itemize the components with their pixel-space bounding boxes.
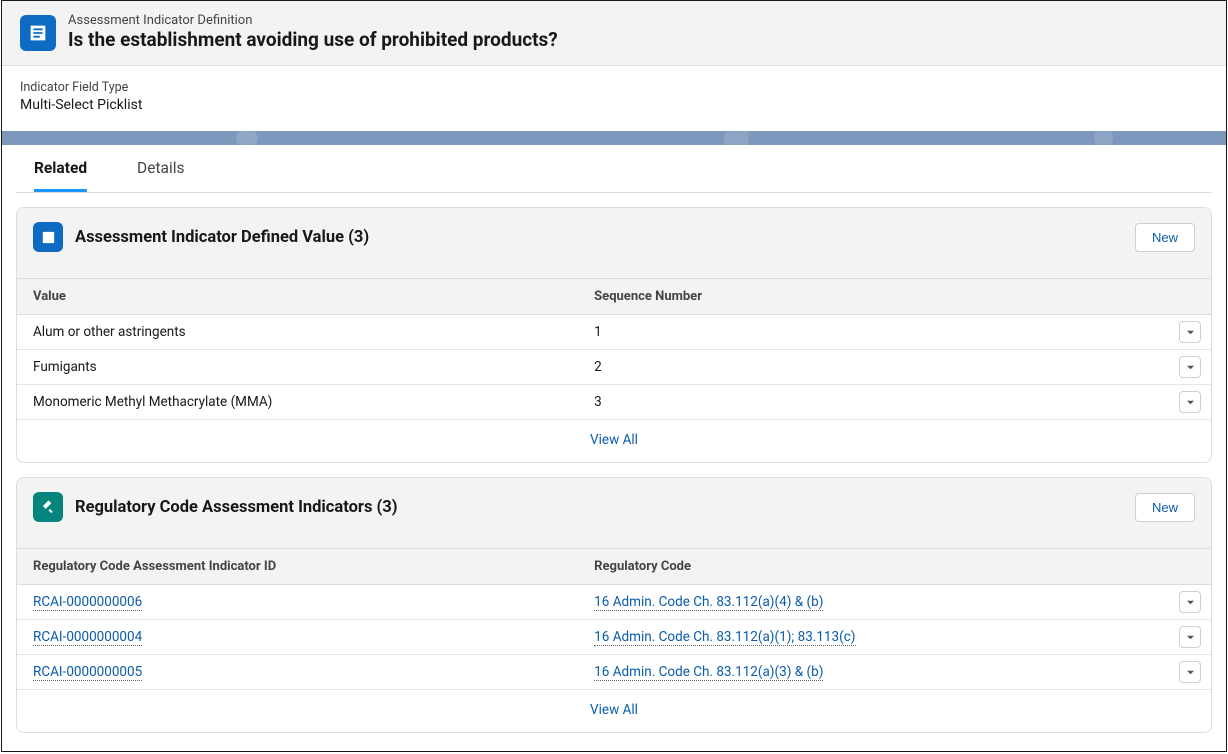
tab-details[interactable]: Details — [137, 145, 184, 192]
field-block: Indicator Field Type Multi-Select Pickli… — [2, 66, 1226, 131]
table-header: Regulatory Code Assessment Indicator ID … — [17, 548, 1211, 585]
regulatory-code-icon — [33, 492, 63, 522]
col-sequence-header: Sequence Number — [578, 279, 1171, 314]
table-row: Fumigants 2 — [17, 350, 1211, 385]
page-title: Is the establishment avoiding use of pro… — [68, 28, 558, 51]
row-actions-button[interactable] — [1179, 321, 1201, 343]
card-title: Regulatory Code Assessment Indicators (3… — [75, 498, 398, 517]
field-label: Indicator Field Type — [20, 80, 1208, 95]
col-value-header: Value — [17, 279, 578, 314]
code-link[interactable]: 16 Admin. Code Ch. 83.112(a)(4) & (b) — [594, 594, 823, 611]
header-subtitle: Assessment Indicator Definition — [68, 13, 558, 28]
table-header: Value Sequence Number — [17, 278, 1211, 315]
new-button[interactable]: New — [1135, 493, 1195, 522]
table-row: RCAI-0000000006 16 Admin. Code Ch. 83.11… — [17, 585, 1211, 620]
view-all-link[interactable]: View All — [590, 702, 638, 718]
rcai-link[interactable]: RCAI-0000000005 — [33, 664, 142, 681]
card-assessment-indicator-defined-value: Assessment Indicator Defined Value (3) N… — [16, 207, 1212, 463]
cell-value: Alum or other astringents — [17, 315, 578, 349]
row-actions-button[interactable] — [1179, 391, 1201, 413]
defined-value-icon — [33, 222, 63, 252]
tabs: Related Details — [16, 145, 1212, 193]
row-actions-button[interactable] — [1179, 591, 1201, 613]
page-header: Assessment Indicator Definition Is the e… — [2, 1, 1226, 66]
assessment-indicator-icon — [20, 15, 56, 51]
row-actions-button[interactable] — [1179, 356, 1201, 378]
col-id-header: Regulatory Code Assessment Indicator ID — [17, 549, 578, 584]
rcai-link[interactable]: RCAI-0000000004 — [33, 629, 142, 646]
table-row: Alum or other astringents 1 — [17, 315, 1211, 350]
code-link[interactable]: 16 Admin. Code Ch. 83.112(a)(1); 83.113(… — [594, 629, 855, 646]
field-value: Multi-Select Picklist — [20, 97, 1208, 113]
table-row: RCAI-0000000005 16 Admin. Code Ch. 83.11… — [17, 655, 1211, 690]
cell-sequence: 2 — [578, 350, 1169, 384]
divider-band — [2, 131, 1226, 145]
view-all-link[interactable]: View All — [590, 432, 638, 448]
cell-value: Fumigants — [17, 350, 578, 384]
cell-value: Monomeric Methyl Methacrylate (MMA) — [17, 385, 578, 419]
col-code-header: Regulatory Code — [578, 549, 1171, 584]
cell-sequence: 1 — [578, 315, 1169, 349]
row-actions-button[interactable] — [1179, 661, 1201, 683]
card-regulatory-code-assessment-indicators: Regulatory Code Assessment Indicators (3… — [16, 477, 1212, 733]
table-row: RCAI-0000000004 16 Admin. Code Ch. 83.11… — [17, 620, 1211, 655]
row-actions-button[interactable] — [1179, 626, 1201, 648]
tab-related[interactable]: Related — [34, 145, 87, 192]
cell-sequence: 3 — [578, 385, 1169, 419]
table-row: Monomeric Methyl Methacrylate (MMA) 3 — [17, 385, 1211, 420]
new-button[interactable]: New — [1135, 223, 1195, 252]
rcai-link[interactable]: RCAI-0000000006 — [33, 594, 142, 611]
card-title: Assessment Indicator Defined Value (3) — [75, 228, 369, 247]
code-link[interactable]: 16 Admin. Code Ch. 83.112(a)(3) & (b) — [594, 664, 823, 681]
